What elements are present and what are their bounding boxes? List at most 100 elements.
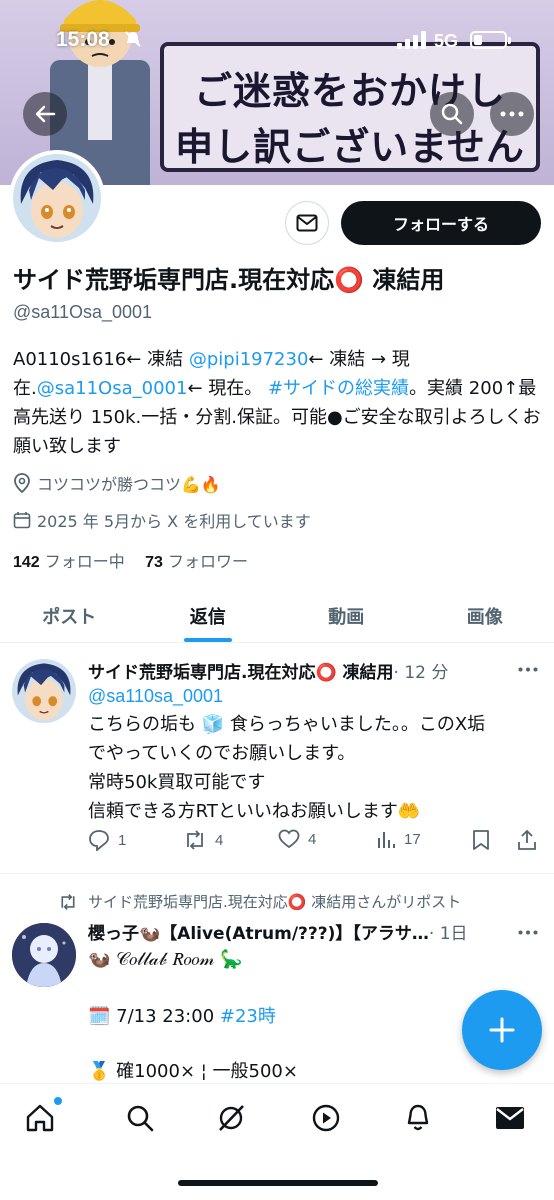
tab-images[interactable]: 画像 bbox=[416, 590, 554, 642]
signal-icon bbox=[397, 31, 426, 49]
profile-handle: @sa11Osa_0001 bbox=[13, 302, 153, 322]
nav-search[interactable] bbox=[124, 1102, 156, 1134]
repost-indicator: サイド荒野垢専門店.現在対応⭕️ 凍結用さんがリポスト bbox=[58, 891, 461, 912]
like-count: 4 bbox=[308, 830, 317, 848]
bio-text-1: A0110s1616← 凍結 bbox=[13, 349, 189, 370]
tweet-more-button[interactable] bbox=[518, 919, 538, 940]
tweet-more-button[interactable] bbox=[518, 656, 538, 677]
following-count: 142 bbox=[13, 554, 40, 571]
envelope-icon bbox=[496, 1107, 524, 1129]
reply-count: 1 bbox=[118, 831, 127, 849]
nav-grok[interactable] bbox=[215, 1102, 247, 1134]
status-time: 15:08 bbox=[56, 28, 110, 51]
tweet-author-name[interactable]: サイド荒野垢専門店.現在対応⭕️ 凍結用 bbox=[88, 663, 394, 683]
search-icon bbox=[127, 1105, 154, 1132]
back-button[interactable] bbox=[23, 92, 67, 136]
bio-text-3: ← 現在。 bbox=[187, 378, 268, 399]
tweet-header: サイド荒野垢専門店.現在対応⭕️ 凍結用· 12 分 bbox=[88, 658, 448, 683]
calendar-icon bbox=[13, 512, 31, 529]
play-circle-icon bbox=[312, 1104, 340, 1132]
like-button[interactable]: 4 bbox=[278, 829, 316, 849]
tweet-header: 櫻っ子🦦【Alive(Atrum/???)】【アラサ…· 1日 bbox=[88, 919, 468, 944]
home-indicator bbox=[178, 1180, 378, 1186]
reply-button[interactable]: 1 bbox=[88, 829, 126, 851]
nav-video[interactable] bbox=[310, 1102, 342, 1134]
tab-videos[interactable]: 動画 bbox=[277, 590, 416, 642]
tweet-line: 常時50k買取可能です bbox=[88, 772, 266, 793]
bio-mention-link-2[interactable]: @sa11Osa_0001 bbox=[37, 378, 188, 399]
tweet-author-name[interactable]: 櫻っ子🦦【Alive(Atrum/???)】【アラサ… bbox=[88, 924, 429, 944]
more-options-button[interactable] bbox=[490, 92, 534, 136]
avatar-anime-character bbox=[13, 154, 101, 242]
bell-icon bbox=[407, 1104, 429, 1131]
bookmark-icon bbox=[473, 830, 489, 850]
tweet-hashtag-link[interactable]: #23時 bbox=[220, 1006, 276, 1027]
repost-count: 4 bbox=[215, 831, 224, 849]
follow-button[interactable]: フォローする bbox=[341, 201, 541, 245]
profile-avatar[interactable] bbox=[9, 150, 105, 246]
tweet-body: こちらの垢も 🧊 食らっちゃいました。。このX垢 でやっていくのでお願いします。… bbox=[88, 710, 543, 826]
tweet[interactable]: サイド荒野垢専門店.現在対応⭕️ 凍結用· 12 分 @sa110sa_0001… bbox=[0, 644, 554, 874]
repost-label[interactable]: サイド荒野垢専門店.現在対応⭕️ 凍結用さんがリポスト bbox=[88, 891, 461, 912]
following-link[interactable]: 142 フォロー中 bbox=[13, 552, 125, 571]
home-icon bbox=[26, 1104, 54, 1132]
compose-post-button[interactable] bbox=[462, 990, 542, 1070]
nav-notifications[interactable] bbox=[402, 1102, 434, 1134]
views-button[interactable]: 17 bbox=[376, 829, 421, 849]
tweet-actions: 1 4 4 17 bbox=[88, 829, 543, 859]
search-button[interactable] bbox=[430, 92, 474, 136]
search-icon bbox=[441, 103, 463, 125]
profile-tabs: ポスト 返信 動画 画像 bbox=[0, 590, 554, 643]
following-label: フォロー中 bbox=[44, 552, 125, 571]
bottom-navigation bbox=[0, 1083, 554, 1200]
nav-home[interactable] bbox=[24, 1102, 56, 1134]
share-icon bbox=[518, 829, 536, 850]
heart-icon bbox=[278, 829, 300, 849]
avatar-anime-character bbox=[12, 659, 76, 723]
profile-bio: A0110s1616← 凍結 @pipi197230← 凍結 → 現在.@sa1… bbox=[13, 345, 543, 461]
location-text: コツコツが勝つコツ💪🔥 bbox=[37, 475, 221, 494]
tweet-line: 🗓️ 7/13 23:00 #23時 bbox=[88, 1002, 276, 1028]
status-bar: 15:08 5G bbox=[0, 0, 554, 80]
message-button[interactable] bbox=[285, 201, 329, 245]
bio-hashtag-link[interactable]: #サイドの総実績 bbox=[268, 378, 409, 399]
profile-joined-date: 2025 年 5月から X を利用しています bbox=[13, 508, 311, 532]
more-icon bbox=[518, 930, 538, 935]
network-type: 5G bbox=[434, 31, 459, 51]
bio-mention-link-1[interactable]: @pipi197230 bbox=[189, 349, 309, 370]
tweet-reply-handle[interactable]: @sa110sa_0001 bbox=[88, 686, 223, 707]
envelope-icon bbox=[296, 214, 318, 232]
plus-icon bbox=[489, 1017, 515, 1043]
tweet-avatar[interactable] bbox=[12, 659, 76, 723]
tweet-time: · 1日 bbox=[428, 924, 468, 944]
tab-replies[interactable]: 返信 bbox=[139, 590, 278, 642]
silent-bell-icon bbox=[124, 30, 142, 52]
nav-messages[interactable] bbox=[494, 1102, 526, 1134]
tweet-line: 🦦 𝒞𝑜𝓁𝓁𝒶𝒷 𝑅𝑜𝑜𝓂 🦕 bbox=[88, 949, 243, 970]
tweet-line: でやっていくのでお願いします。 bbox=[88, 743, 356, 764]
banner-line-2: 申し訳ございません bbox=[175, 125, 525, 169]
followers-label: フォロワー bbox=[168, 552, 249, 571]
home-notification-dot bbox=[54, 1097, 62, 1105]
tweet-line: こちらの垢も 🧊 食らっちゃいました。。このX垢 bbox=[88, 714, 486, 735]
tweet-line: 信頼できる方RTといいねお願いします🤲 bbox=[88, 801, 421, 822]
profile-location: コツコツが勝つコツ💪🔥 bbox=[13, 471, 221, 495]
grok-icon bbox=[219, 1105, 244, 1131]
joined-text: 2025 年 5月から X を利用しています bbox=[37, 512, 311, 531]
reply-icon bbox=[89, 830, 109, 851]
tweet-avatar[interactable] bbox=[12, 923, 76, 987]
avatar-figure-image bbox=[12, 923, 76, 987]
followers-link[interactable]: 73 フォロワー bbox=[145, 552, 248, 571]
share-button[interactable] bbox=[516, 829, 538, 851]
repost-button[interactable]: 4 bbox=[183, 829, 223, 851]
tab-posts[interactable]: ポスト bbox=[0, 590, 139, 642]
repost-icon bbox=[61, 893, 75, 910]
repost-icon bbox=[187, 830, 203, 850]
view-count: 17 bbox=[404, 830, 421, 848]
bookmark-button[interactable] bbox=[472, 829, 490, 851]
more-icon bbox=[518, 667, 538, 672]
more-icon bbox=[500, 111, 524, 117]
arrow-left-icon bbox=[35, 105, 56, 123]
tweet-time: · 12 分 bbox=[393, 663, 449, 683]
tweet-date-text: 🗓️ 7/13 23:00 bbox=[88, 1006, 220, 1027]
